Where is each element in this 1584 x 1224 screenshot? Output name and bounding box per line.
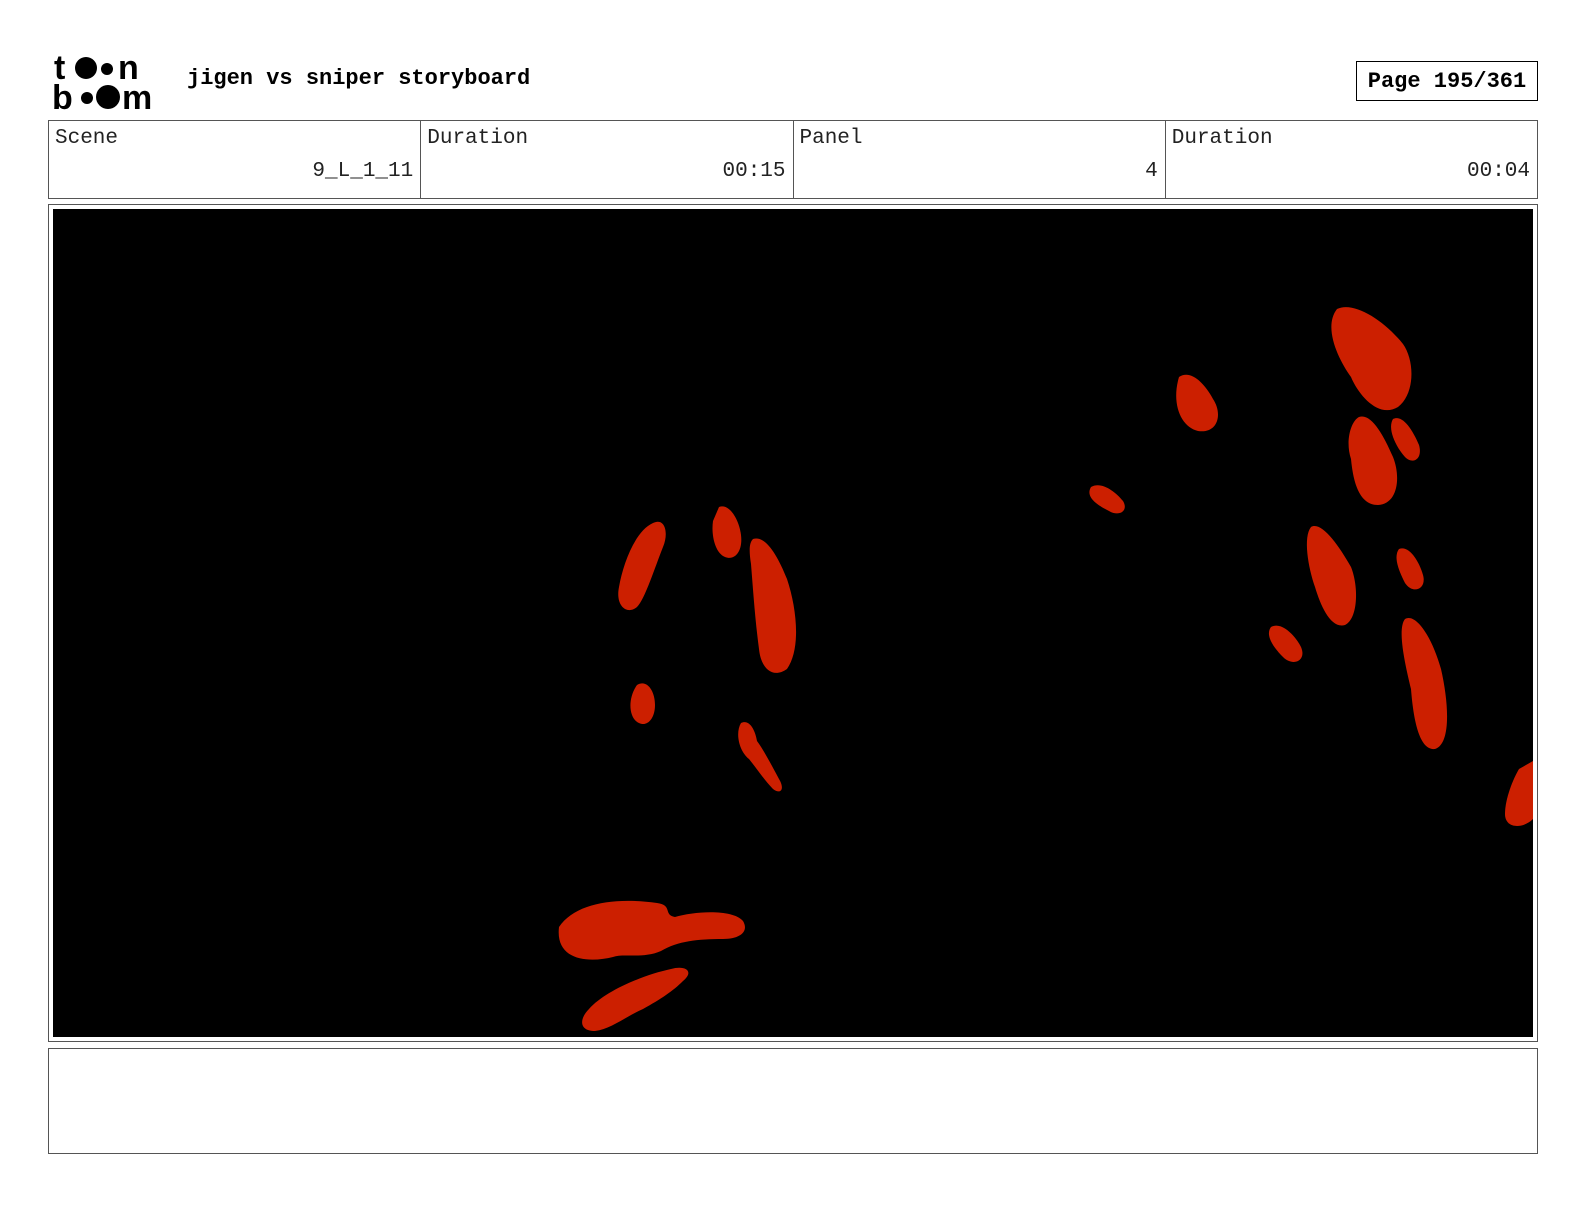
panel-duration-label: Duration bbox=[1171, 127, 1273, 150]
red-splatter bbox=[1348, 416, 1398, 505]
scene-info-table: Scene 9_L_1_11 Duration 00:15 Panel 4 Du… bbox=[48, 120, 1538, 199]
red-splatter bbox=[712, 506, 742, 558]
scene-cell: Scene 9_L_1_11 bbox=[49, 121, 422, 198]
svg-text:b: b bbox=[52, 79, 73, 112]
scene-label: Scene bbox=[55, 127, 119, 150]
red-splatter bbox=[738, 722, 782, 792]
red-splatter bbox=[1331, 307, 1412, 411]
red-splatter bbox=[630, 683, 655, 725]
red-splatter bbox=[618, 521, 666, 611]
red-splatter bbox=[1401, 617, 1448, 750]
red-splatter bbox=[558, 900, 745, 960]
red-splatter bbox=[1089, 485, 1125, 514]
panel-drawing bbox=[558, 307, 1533, 1031]
page-indicator: Page 195/361 bbox=[1356, 61, 1538, 101]
red-splatter bbox=[1396, 548, 1424, 590]
panel-cell: Panel 4 bbox=[794, 121, 1166, 198]
panel-duration-value: 00:04 bbox=[1466, 160, 1530, 183]
red-splatter bbox=[1505, 761, 1533, 826]
red-splatter bbox=[582, 967, 689, 1031]
storyboard-title: jigen vs sniper storyboard bbox=[187, 66, 531, 91]
scene-duration-cell: Duration 00:15 bbox=[421, 121, 794, 198]
red-splatter bbox=[1391, 418, 1420, 461]
scene-duration-value: 00:15 bbox=[722, 160, 786, 183]
red-splatter bbox=[1268, 625, 1303, 662]
panel-notes-box bbox=[48, 1048, 1538, 1154]
scene-value: 9_L_1_11 bbox=[312, 160, 414, 183]
panel-value: 4 bbox=[1145, 160, 1158, 183]
storyboard-panel-frame bbox=[48, 204, 1538, 1042]
red-splatter bbox=[1306, 526, 1357, 626]
red-splatter bbox=[1176, 374, 1218, 432]
red-splatter bbox=[749, 538, 797, 673]
scene-duration-label: Duration bbox=[427, 127, 529, 150]
svg-text:m: m bbox=[122, 79, 152, 112]
toon-boom-logo: t n b m bbox=[52, 50, 164, 112]
storyboard-panel-image bbox=[53, 209, 1533, 1037]
panel-label: Panel bbox=[799, 127, 863, 150]
panel-duration-cell: Duration 00:04 bbox=[1166, 121, 1537, 198]
